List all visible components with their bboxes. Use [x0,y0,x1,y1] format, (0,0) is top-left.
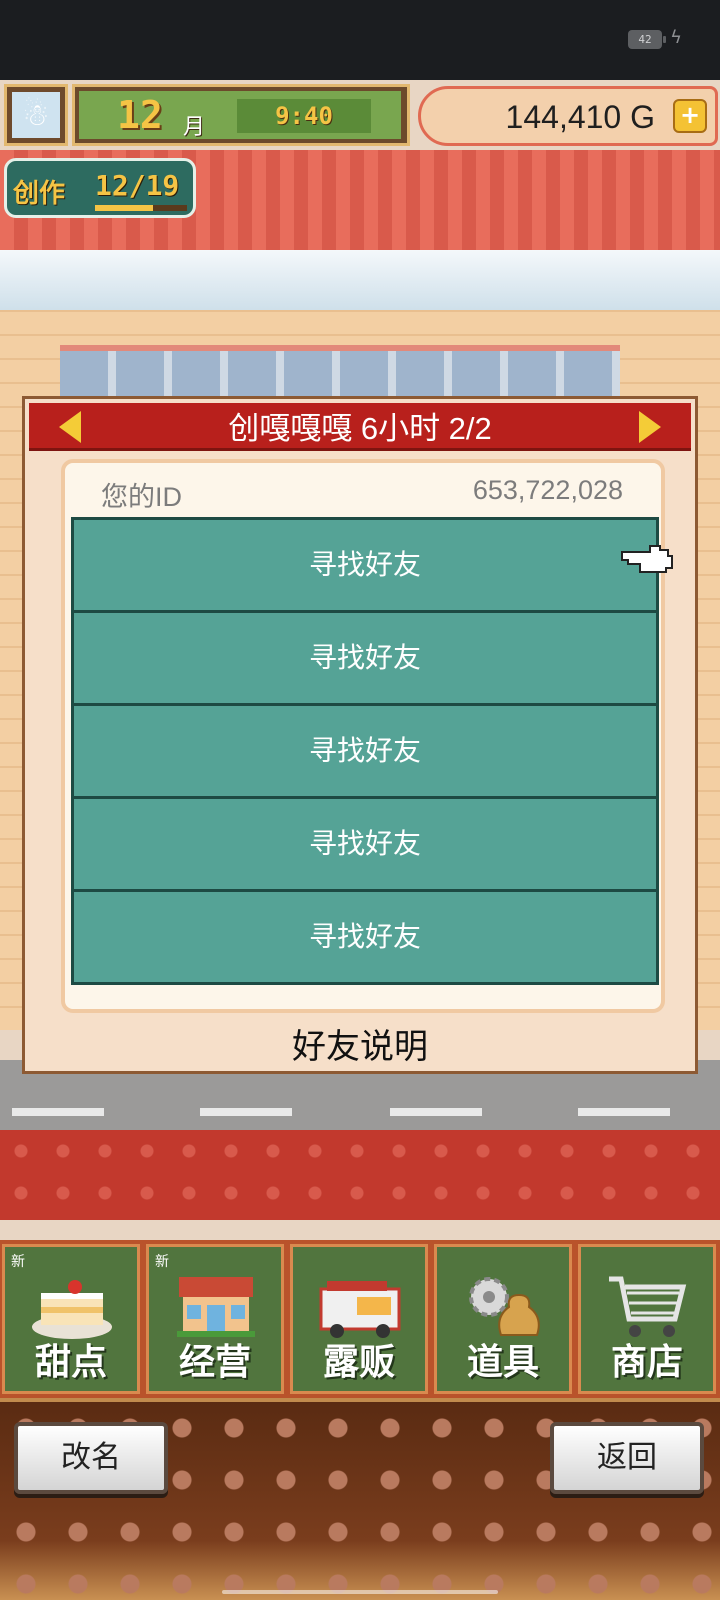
dialog-title: 创嘎嘎嘎 6小时 2/2 [228,411,492,446]
rename-button[interactable]: 改名 [14,1422,168,1494]
player-avatar[interactable]: ☃ [4,84,68,146]
menu-item-shop[interactable]: 商店 [578,1244,716,1394]
money-panel: 144,410 G + [418,86,718,146]
date-time-panel: 12 月 9:40 [72,84,410,146]
create-progress-badge[interactable]: 创作 12/19 [4,158,196,218]
month-number: 12 [117,93,163,137]
menu-label: 道具 [466,1342,539,1383]
menu-item-food-truck[interactable]: 露贩 [290,1244,428,1394]
menu-label: 商店 [610,1342,683,1383]
menu-item-desserts[interactable]: 新 甜点 [2,1244,140,1394]
find-friend-button[interactable]: 寻找好友 [71,889,659,985]
charging-icon: ϟ [670,27,682,48]
bottom-bar: 改名 返回 [0,1398,720,1600]
friend-list: 寻找好友 寻找好友 寻找好友 寻找好友 寻找好友 [71,517,659,985]
menu-label: 甜点 [34,1342,107,1383]
menu-item-items[interactable]: 道具 [434,1244,572,1394]
road-marking [12,1108,104,1116]
month-label: 月 [183,115,206,140]
battery-icon: 42 [628,30,666,49]
menu-label: 经营 [178,1342,251,1383]
pointing-hand-icon [621,545,673,573]
id-value: 653,722,028 [472,475,623,505]
road-marking [578,1108,670,1116]
game-time: 9:40 [237,99,371,133]
find-friend-button[interactable]: 寻找好友 [71,517,659,613]
new-badge: 新 [11,1254,25,1270]
snowman-icon: ☃ [12,92,60,138]
find-friend-button[interactable]: 寻找好友 [71,610,659,706]
road-marking [200,1108,292,1116]
back-button[interactable]: 返回 [550,1422,704,1494]
arrow-left-icon[interactable] [59,411,81,443]
friends-dialog: 创嘎嘎嘎 6小时 2/2 您的ID 653,722,028 寻找好友 寻找好友 … [22,396,698,1074]
carpet [0,1130,720,1220]
snow-roof [0,250,720,310]
new-badge: 新 [155,1254,169,1270]
arrow-right-icon[interactable] [639,411,661,443]
money-amount: 144,410 G [505,99,655,135]
create-progress-bar [95,205,187,211]
id-label: 您的ID [101,482,182,512]
friend-help-link[interactable]: 好友说明 [25,1019,695,1068]
dialog-header: 创嘎嘎嘎 6小时 2/2 [29,403,691,451]
status-bar: 42 ϟ [0,0,720,80]
find-friend-button[interactable]: 寻找好友 [71,796,659,892]
main-menu: 新 甜点 新 经营 露贩 道具 商店 [0,1240,720,1398]
find-friend-button[interactable]: 寻找好友 [71,703,659,799]
add-money-button[interactable]: + [673,99,707,133]
create-label: 创作 [13,179,66,209]
friends-panel: 您的ID 653,722,028 寻找好友 寻找好友 寻找好友 寻找好友 寻找好… [61,459,665,1013]
menu-label: 露贩 [322,1342,395,1383]
create-count: 12/19 [95,169,180,202]
menu-item-management[interactable]: 新 经营 [146,1244,284,1394]
road-marking [390,1108,482,1116]
gesture-bar [222,1590,498,1594]
